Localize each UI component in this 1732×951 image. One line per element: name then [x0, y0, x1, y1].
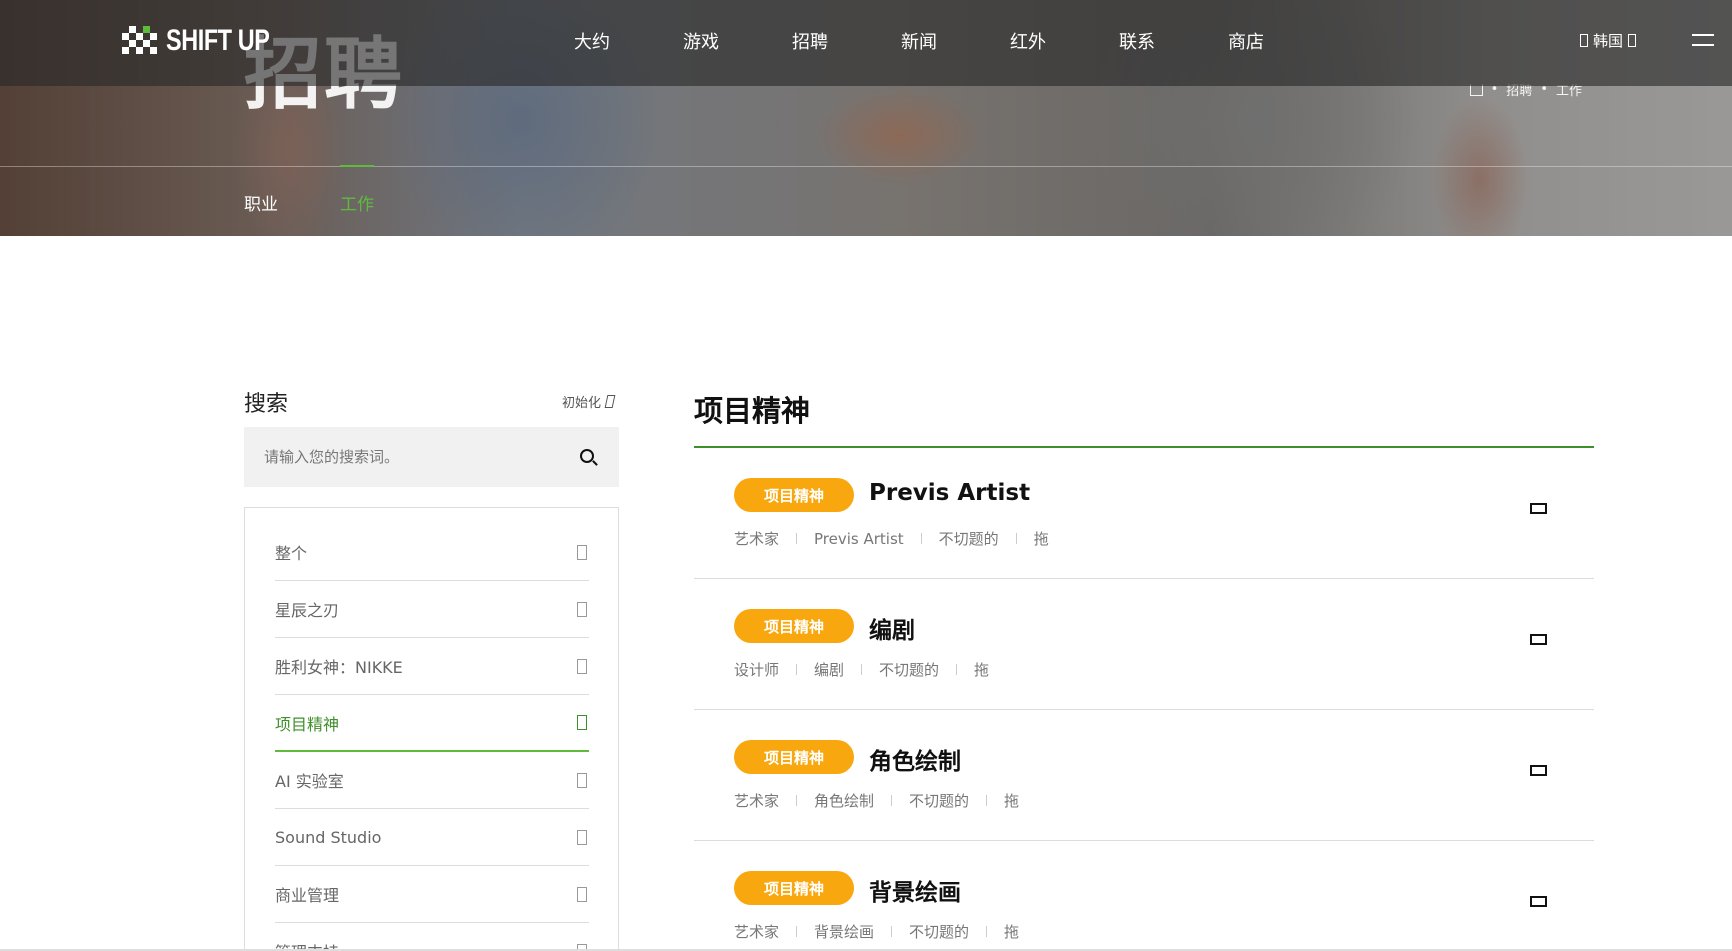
- chevron-right-icon: [577, 601, 587, 617]
- nav-recruit[interactable]: 招聘: [792, 28, 901, 54]
- menu-icon[interactable]: [1692, 34, 1714, 46]
- nav-about[interactable]: 大约: [574, 28, 683, 54]
- main-menu: 大约 游戏 招聘 新闻 红外 联系 商店: [574, 28, 1337, 54]
- search-box: [244, 427, 619, 487]
- job-title: 背景绘画: [869, 880, 961, 906]
- job-list: 项目精神 Previs Artist 艺术家 Previs Artist 不切题…: [694, 448, 1594, 951]
- project-tag: 项目精神: [734, 609, 854, 643]
- tab-jobs[interactable]: 工作: [340, 165, 374, 215]
- section-title: 项目精神: [694, 394, 811, 428]
- category-item-support[interactable]: 管理支持: [275, 923, 589, 951]
- job-meta: 艺术家 Previs Artist 不切题的 拖: [734, 529, 1049, 549]
- project-tag: 项目精神: [734, 478, 854, 512]
- chevron-right-icon: [577, 829, 587, 845]
- open-icon[interactable]: [1530, 503, 1547, 514]
- reset-label: 初始化: [562, 396, 602, 411]
- chevron-right-icon: [577, 886, 587, 902]
- hero-tabs: 职业 工作: [244, 165, 374, 215]
- open-icon[interactable]: [1530, 896, 1547, 907]
- search-input[interactable]: [244, 427, 564, 487]
- category-item-ai-lab[interactable]: AI 实验室: [275, 752, 589, 809]
- category-panel: 整个 星辰之刃 胜利女神：NIKKE 项目精神 AI 实验室 Sound Stu…: [244, 507, 619, 951]
- project-tag: 项目精神: [734, 740, 854, 774]
- category-item-stellar-blade[interactable]: 星辰之刃: [275, 581, 589, 638]
- category-item-sound-studio[interactable]: Sound Studio: [275, 809, 589, 866]
- job-item[interactable]: 项目精神 角色绘制 艺术家 角色绘制 不切题的 拖: [694, 710, 1594, 841]
- reset-button[interactable]: 初始化: [562, 392, 616, 411]
- refresh-icon: [604, 395, 616, 408]
- nav-news[interactable]: 新闻: [901, 28, 1010, 54]
- nav-ir[interactable]: 红外: [1010, 28, 1119, 54]
- logo-checker-icon: [122, 26, 158, 56]
- job-meta: 设计师 编剧 不切题的 拖: [734, 661, 990, 679]
- category-item-business[interactable]: 商业管理: [275, 866, 589, 923]
- search-heading: 搜索: [244, 392, 289, 417]
- category-item-project-spirit[interactable]: 项目精神: [275, 695, 589, 752]
- project-tag: 项目精神: [734, 871, 854, 905]
- chevron-right-icon: [577, 715, 587, 730]
- job-title: 角色绘制: [869, 749, 961, 775]
- job-item[interactable]: 项目精神 背景绘画 艺术家 背景绘画 不切题的 拖: [694, 841, 1594, 951]
- job-item[interactable]: 项目精神 Previs Artist 艺术家 Previs Artist 不切题…: [694, 448, 1594, 579]
- logo-text: SHIFT UP: [166, 24, 270, 57]
- chevron-right-icon: [577, 544, 587, 560]
- job-meta: 艺术家 角色绘制 不切题的 拖: [734, 792, 1020, 810]
- tab-career[interactable]: 职业: [244, 166, 278, 215]
- chevron-right-icon: [577, 772, 587, 788]
- top-navigation: SHIFT UP 大约 游戏 招聘 新闻 红外 联系 商店 韩国: [0, 0, 1732, 86]
- nav-contact[interactable]: 联系: [1119, 28, 1228, 54]
- category-list: 整个 星辰之刃 胜利女神：NIKKE 项目精神 AI 实验室 Sound Stu…: [275, 524, 589, 951]
- logo[interactable]: SHIFT UP: [122, 24, 299, 58]
- language-label: 韩国: [1593, 32, 1624, 50]
- open-icon[interactable]: [1530, 765, 1547, 776]
- job-item[interactable]: 项目精神 编剧 设计师 编剧 不切题的 拖: [694, 579, 1594, 710]
- job-title: 编剧: [869, 618, 915, 644]
- category-item-all[interactable]: 整个: [275, 524, 589, 581]
- job-title: Previs Artist: [869, 480, 1031, 506]
- job-meta: 艺术家 背景绘画 不切题的 拖: [734, 923, 1020, 941]
- chevron-right-icon: [577, 658, 587, 674]
- nav-games[interactable]: 游戏: [683, 28, 792, 54]
- language-selector[interactable]: 韩国: [1580, 30, 1637, 51]
- nav-shop[interactable]: 商店: [1228, 28, 1337, 54]
- chevron-down-icon: [1628, 34, 1637, 47]
- globe-icon: [1580, 34, 1588, 47]
- search-icon[interactable]: [580, 449, 594, 463]
- category-item-nikke[interactable]: 胜利女神：NIKKE: [275, 638, 589, 695]
- open-icon[interactable]: [1530, 634, 1547, 645]
